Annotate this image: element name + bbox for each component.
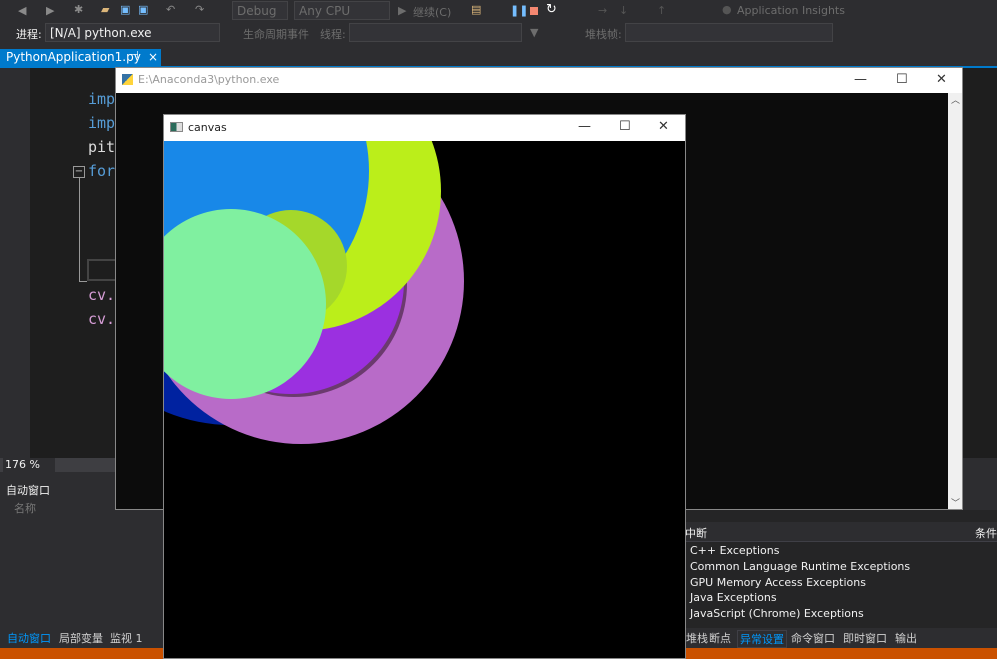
continue-button[interactable]: 继续(C) [413, 4, 451, 20]
close-tab-icon[interactable]: × [148, 50, 158, 64]
canvas-title: canvas [188, 121, 227, 134]
code-line: cv. [88, 286, 116, 304]
exception-item[interactable]: JavaScript (Chrome) Exceptions [690, 607, 864, 620]
forward-icon[interactable]: ▶ [46, 4, 54, 17]
process-select[interactable]: [N/A] python.exe [45, 23, 220, 42]
toolbar: ◀ ▶ ✱ ▰ ▣ ▣ ↶ ↷ Debug Any CPU ▶ 继续(C) ▤ … [0, 0, 997, 22]
scroll-down-icon[interactable]: ﹀ [951, 496, 960, 509]
thread-label: 线程: [320, 28, 346, 41]
scroll-up-icon[interactable]: ︿ [951, 93, 960, 106]
code-line: for [88, 162, 116, 180]
exception-item[interactable]: GPU Memory Access Exceptions [690, 576, 866, 589]
autos-title: 自动窗口 [6, 484, 50, 497]
undo-icon[interactable]: ↶ [166, 3, 175, 16]
code-line: imp [88, 114, 116, 132]
minimize-button[interactable]: — [578, 119, 591, 134]
editor-tab-label: PythonApplication1.py [6, 50, 141, 64]
code-line: cv. [88, 310, 116, 328]
editor-margin [0, 68, 30, 458]
selection-box [87, 259, 117, 281]
debug-location-toolbar: 进程: [N/A] python.exe 生命周期事件 线程: ▼ 堆栈帧: [0, 22, 997, 44]
back-icon[interactable]: ◀ [18, 4, 26, 17]
pin-icon[interactable]: ⊣ [130, 50, 139, 61]
python-icon [122, 74, 133, 85]
restart-icon[interactable]: ↻ [546, 2, 557, 17]
tab-exception-settings[interactable]: 异常设置 [737, 630, 787, 648]
exception-item[interactable]: Java Exceptions [690, 591, 777, 604]
save-all-icon[interactable]: ▣ [138, 3, 148, 16]
canvas-window: canvas — ☐ ✕ [163, 114, 686, 659]
name-column-header[interactable]: 名称 [14, 500, 36, 516]
config-select[interactable]: Debug [232, 1, 288, 20]
tab-autos[interactable]: 自动窗口 [7, 630, 51, 646]
console-scrollbar[interactable]: ︿ ﹀ [948, 93, 962, 509]
minimize-button[interactable]: — [854, 72, 867, 87]
close-button[interactable]: ✕ [936, 72, 947, 87]
zoom-select[interactable]: 176 % [3, 458, 55, 472]
tab-locals[interactable]: 局部变量 [59, 630, 103, 646]
new-project-icon[interactable]: ✱ [74, 3, 83, 16]
condition-column-header[interactable]: 条件 [975, 525, 997, 541]
code-line: pit [88, 138, 116, 156]
canvas-title-bar[interactable]: canvas — ☐ ✕ [164, 115, 685, 141]
tab-breakpoints[interactable]: 断点 [709, 630, 731, 646]
tab-immediate-window[interactable]: 即时窗口 [843, 630, 887, 646]
exception-item[interactable]: Common Language Runtime Exceptions [690, 560, 910, 573]
thread-select[interactable] [349, 23, 522, 42]
filter-icon[interactable]: ▼ [530, 26, 538, 39]
play-icon[interactable]: ▶ [398, 4, 406, 17]
platform-select[interactable]: Any CPU [294, 1, 390, 20]
save-icon[interactable]: ▣ [120, 3, 130, 16]
tab-output[interactable]: 输出 [895, 630, 917, 646]
app-insights-button[interactable]: Application Insights [737, 4, 845, 17]
canvas-window-icon [170, 122, 183, 132]
editor-tab[interactable]: PythonApplication1.py ⊣ × [0, 49, 161, 66]
lightbulb-icon: ● [722, 3, 732, 16]
step-out-icon[interactable]: ↑ [657, 4, 666, 17]
pause-icon[interactable]: ❚❚ [510, 4, 528, 17]
tab-command-window[interactable]: 命令窗口 [791, 630, 835, 646]
console-title: E:\Anaconda3\python.exe [138, 73, 280, 86]
stack-frame-label: 堆栈帧: [585, 28, 622, 41]
break-column-header[interactable]: 中断 [685, 525, 707, 541]
step-into-icon[interactable]: ↓ [619, 4, 628, 17]
exception-item[interactable]: C++ Exceptions [690, 544, 779, 557]
stop-icon[interactable] [530, 7, 538, 15]
code-line: imp [88, 90, 116, 108]
maximize-button[interactable]: ☐ [896, 72, 908, 87]
stack-frame-select[interactable] [625, 23, 833, 42]
tab-callstack[interactable]: 堆栈 [686, 630, 708, 646]
process-label: 进程: [16, 28, 42, 41]
lifecycle-events-button[interactable]: 生命周期事件 [243, 26, 309, 42]
collapse-icon[interactable]: − [73, 166, 85, 178]
open-icon[interactable]: ▰ [101, 3, 109, 16]
process-icon[interactable]: ▤ [471, 3, 481, 16]
canvas-image [164, 141, 464, 444]
tab-watch[interactable]: 监视 1 [110, 630, 143, 646]
maximize-button[interactable]: ☐ [619, 119, 631, 134]
step-over-icon[interactable]: → [598, 4, 607, 17]
console-title-bar[interactable]: E:\Anaconda3\python.exe — ☐ ✕ [116, 68, 962, 93]
outline-line [79, 178, 87, 282]
close-button[interactable]: ✕ [658, 119, 669, 134]
zoom-bar: 176 % [0, 458, 115, 472]
redo-icon[interactable]: ↷ [195, 3, 204, 16]
